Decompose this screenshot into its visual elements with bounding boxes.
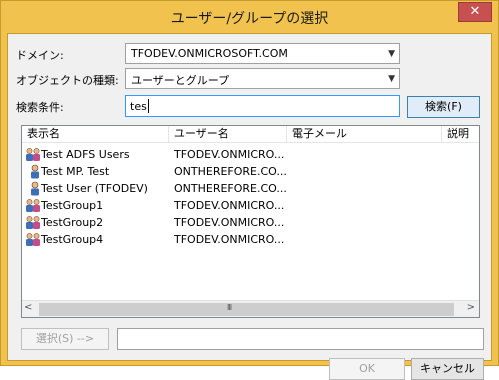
object-type-value: ユーザーとグループ (131, 74, 230, 87)
group-icon (26, 216, 40, 229)
row-user-name: TFODEV.ONMICRO... (174, 233, 285, 246)
search-label: 検索条件: (16, 101, 64, 114)
close-button[interactable]: ✕ (458, 2, 492, 22)
text-caret (148, 99, 149, 113)
search-input-value: tes (130, 100, 147, 113)
horizontal-scrollbar[interactable]: < III > (22, 300, 479, 317)
table-row[interactable]: Test User (TFODEV) ONTHEREFORE.CO... (22, 180, 479, 197)
table-row[interactable]: TestGroup2 TFODEV.ONMICRO... (22, 214, 479, 231)
column-display-name[interactable]: 表示名 (22, 126, 169, 143)
dialog-window: ユーザー/グループの選択 ✕ ドメイン: TFODEV.ONMICROSOFT.… (0, 0, 499, 380)
table-row[interactable]: TestGroup1 TFODEV.ONMICRO... (22, 197, 479, 214)
row-user-name: ONTHEREFORE.CO... (174, 182, 287, 195)
chevron-down-icon[interactable]: ▼ (388, 49, 395, 59)
scroll-left-icon[interactable]: < (24, 302, 32, 313)
row-user-name: ONTHEREFORE.CO... (174, 165, 287, 178)
column-description[interactable]: 説明 (442, 126, 479, 143)
row-display-name: TestGroup2 (41, 216, 104, 229)
group-icon (26, 199, 40, 212)
object-type-label: オブジェクトの種類: (16, 74, 119, 87)
row-display-name: Test MP. Test (41, 165, 110, 178)
column-user-name[interactable]: ユーザー名 (169, 126, 287, 143)
scroll-thumb[interactable] (39, 303, 454, 316)
results-list[interactable]: 表示名 ユーザー名 電子メール 説明 Test ADFS Users TFODE… (21, 125, 480, 318)
scroll-grip-icon: III (227, 303, 232, 312)
domain-value: TFODEV.ONMICROSOFT.COM (131, 47, 288, 60)
row-user-name: TFODEV.ONMICRO... (174, 216, 285, 229)
domain-label: ドメイン: (16, 49, 64, 62)
domain-combobox[interactable]: TFODEV.ONMICROSOFT.COM ▼ (125, 43, 400, 64)
object-type-combobox[interactable]: ユーザーとグループ ▼ (125, 68, 400, 89)
row-display-name: Test User (TFODEV) (41, 182, 148, 195)
chevron-down-icon[interactable]: ▼ (388, 74, 395, 84)
dialog-body: ドメイン: TFODEV.ONMICROSOFT.COM ▼ オブジェクトの種類… (7, 33, 492, 380)
row-display-name: Test ADFS Users (41, 148, 130, 161)
select-button[interactable]: 選択(S) --> (21, 328, 109, 350)
group-icon (26, 148, 40, 161)
row-user-name: TFODEV.ONMICRO... (174, 148, 285, 161)
cancel-button[interactable]: キャンセル (411, 358, 484, 380)
ok-button[interactable]: OK (329, 358, 405, 380)
dialog-title: ユーザー/グループの選択 (170, 11, 329, 27)
title-bar[interactable]: ユーザー/グループの選択 ✕ (1, 1, 498, 33)
list-header: 表示名 ユーザー名 電子メール 説明 (22, 126, 479, 143)
row-display-name: TestGroup1 (41, 199, 104, 212)
row-display-name: TestGroup4 (41, 233, 104, 246)
row-user-name: TFODEV.ONMICRO... (174, 199, 285, 212)
group-icon (26, 233, 40, 246)
search-input[interactable]: tes (125, 95, 400, 117)
table-row[interactable]: Test ADFS Users TFODEV.ONMICRO... (22, 146, 479, 163)
table-row[interactable]: Test MP. Test ONTHEREFORE.CO... (22, 163, 479, 180)
scroll-right-icon[interactable]: > (467, 302, 475, 313)
column-email[interactable]: 電子メール (287, 126, 442, 143)
search-button[interactable]: 検索(F) (407, 96, 480, 118)
table-row[interactable]: TestGroup4 TFODEV.ONMICRO... (22, 231, 479, 248)
selected-items-field[interactable] (117, 328, 484, 350)
